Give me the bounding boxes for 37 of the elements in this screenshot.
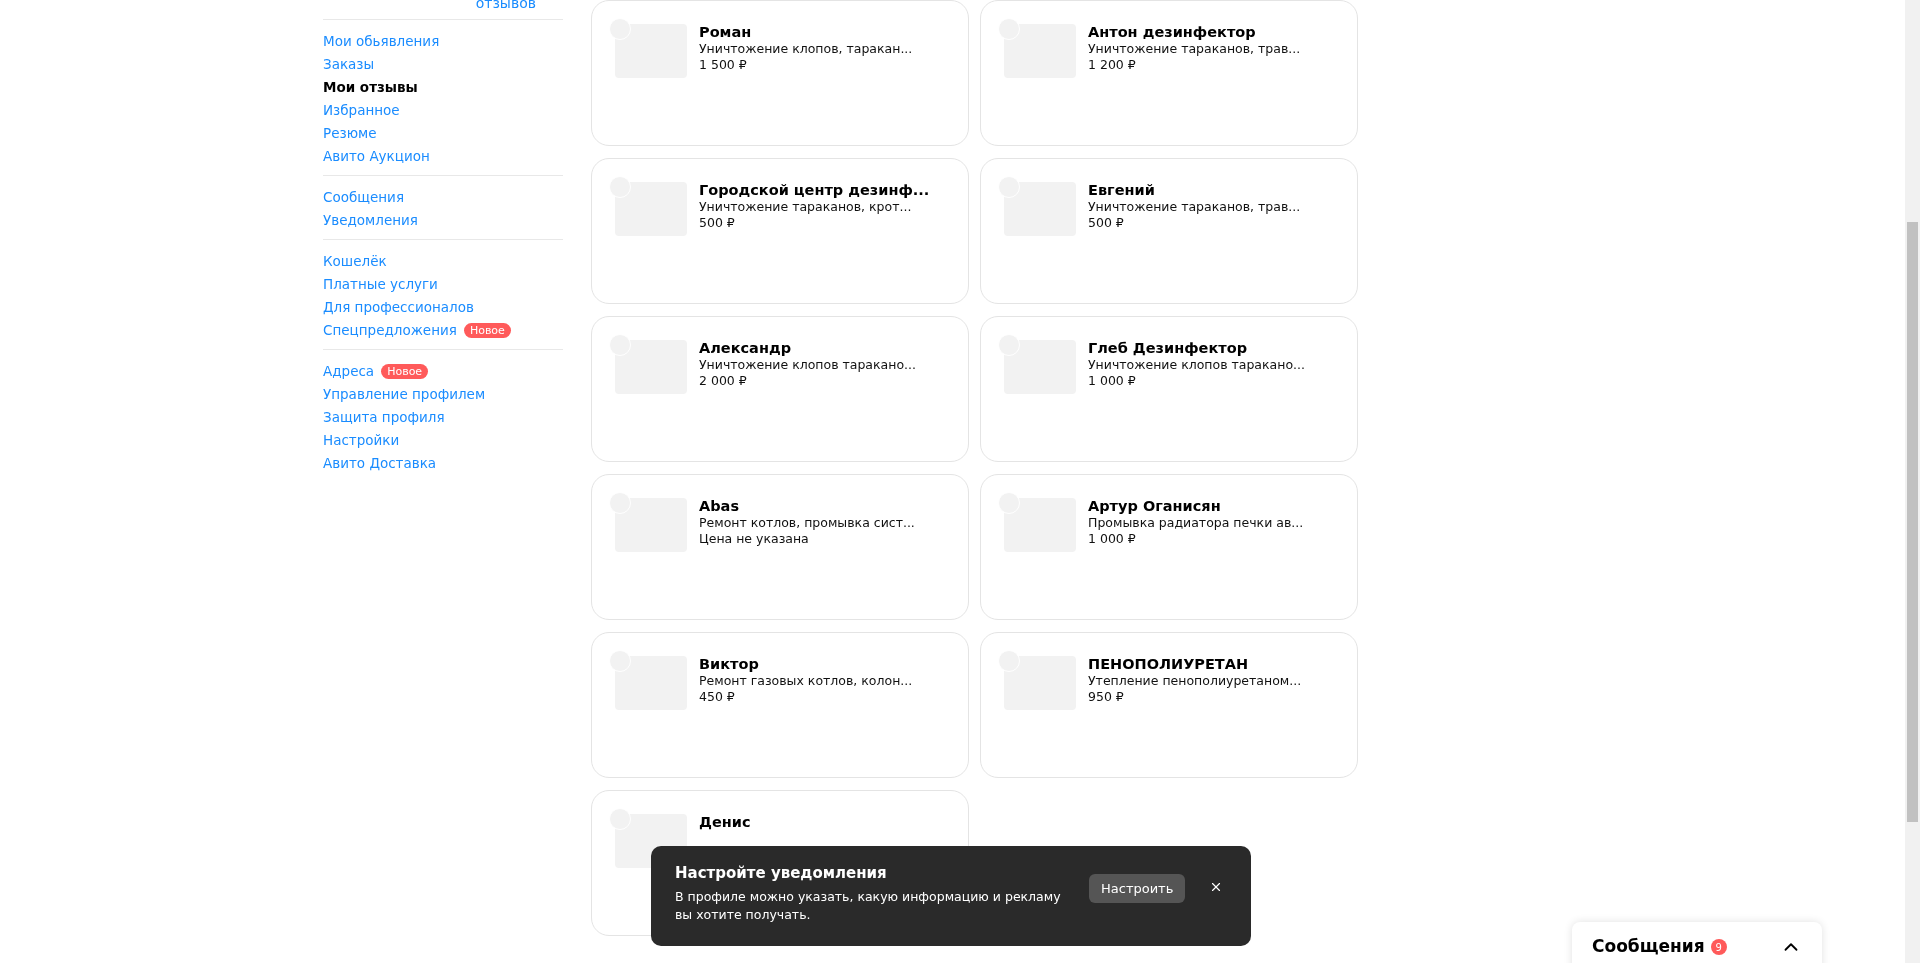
author-name: Александр (699, 340, 792, 356)
author-name: Артур Оганисян (1088, 498, 1222, 514)
service-description: Уничтожение клопов, таракан... (699, 41, 913, 56)
price: 450 ₽ (699, 689, 736, 704)
service-description: Ремонт газовых котлов, колон... (699, 673, 913, 688)
service-description: Уничтожение клопов таракано... (699, 357, 916, 372)
service-description: Уничтожение тараканов, крот... (699, 199, 913, 214)
price: 2 000 ₽ (699, 373, 748, 388)
author-name: Abas (699, 498, 741, 514)
service-description: Уничтожение клопов таракано... (1088, 357, 1305, 372)
author-name: Денис (699, 814, 751, 830)
new-badge: Новое (463, 322, 511, 338)
price: 500 ₽ (699, 215, 736, 230)
service-description: Промывка радиатора печки ав... (1088, 515, 1304, 530)
service-description: Уничтожение тараканов, трав... (1088, 199, 1301, 214)
author-name: ПЕНОПОЛИУРЕТАН (1088, 656, 1250, 672)
price: 950 ₽ (1088, 689, 1125, 704)
author-name: Виктор (699, 656, 760, 672)
price: 1 000 ₽ (1088, 531, 1137, 546)
author-name: Антон дезинфектор (1088, 24, 1257, 40)
new-badge: Новое (381, 363, 429, 379)
price: 1 000 ₽ (1088, 373, 1137, 388)
service-description: Ремонт котлов, промывка сист... (699, 515, 915, 530)
price: 500 ₽ (1088, 215, 1125, 230)
unread-count: 9 (1710, 939, 1727, 955)
author-name: Евгений (1088, 182, 1156, 198)
messages-label: Сообщения (1592, 936, 1705, 956)
toast-text: В профиле можно указать, какую информацию и рекламу вы хотите получать. (675, 888, 1062, 924)
author-name: Городской центр дезинф... (699, 182, 930, 198)
price: 1 500 ₽ (699, 57, 748, 72)
price: Цена не указана (699, 531, 810, 546)
service-description: Уничтожение тараканов, трав... (1088, 41, 1301, 56)
author-name: Глеб Дезинфектор (1088, 340, 1249, 356)
price: 1 200 ₽ (1088, 57, 1137, 72)
author-name: Роман (699, 24, 753, 40)
toast-title: Настройте уведомления (675, 864, 888, 882)
service-description: Утепление пенополиуретаном... (1088, 673, 1302, 688)
